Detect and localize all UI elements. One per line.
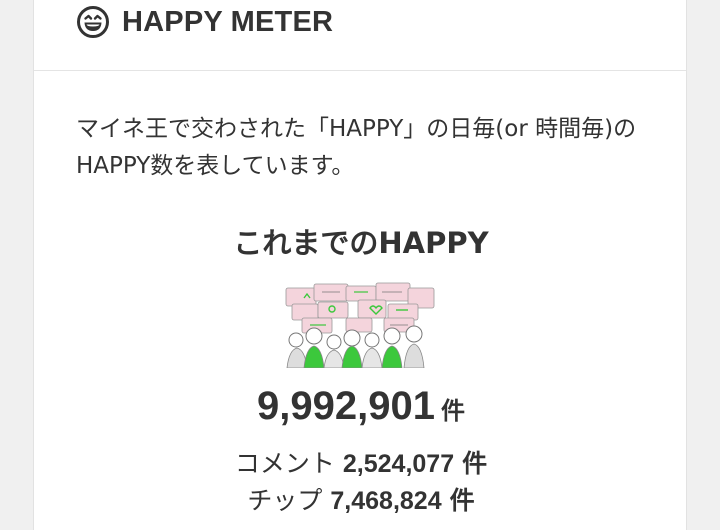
happy-people-illustration — [285, 282, 435, 368]
tip-value: 7,468,824 — [330, 487, 442, 515]
tip-unit: 件 — [449, 486, 475, 515]
happy-meter-card: HAPPY METER マイネ王で交わされた「HAPPY」の日毎(or 時間毎)… — [33, 0, 687, 530]
grinning-face-icon — [77, 6, 109, 38]
comment-label: コメント — [234, 449, 335, 478]
tip-label: チップ — [247, 486, 323, 515]
card-title: HAPPY METER — [122, 5, 334, 38]
comment-value: 2,524,077 — [342, 450, 455, 478]
description-text: マイネ王で交わされた「HAPPY」の日毎(or 時間毎)のHAPPY数を表してい… — [76, 116, 637, 179]
total-unit: 件 — [440, 397, 465, 425]
comment-count: コメント 2,524,077 件 — [34, 444, 688, 480]
section-title: これまでのHAPPY — [233, 226, 489, 260]
total-value: 9,992,901 — [257, 384, 435, 428]
tip-count: チップ 7,468,824 件 — [34, 481, 688, 517]
card-header: HAPPY METER — [34, 0, 686, 71]
comment-unit: 件 — [462, 449, 488, 478]
total-happy-count: 9,992,901 件 — [34, 384, 688, 429]
